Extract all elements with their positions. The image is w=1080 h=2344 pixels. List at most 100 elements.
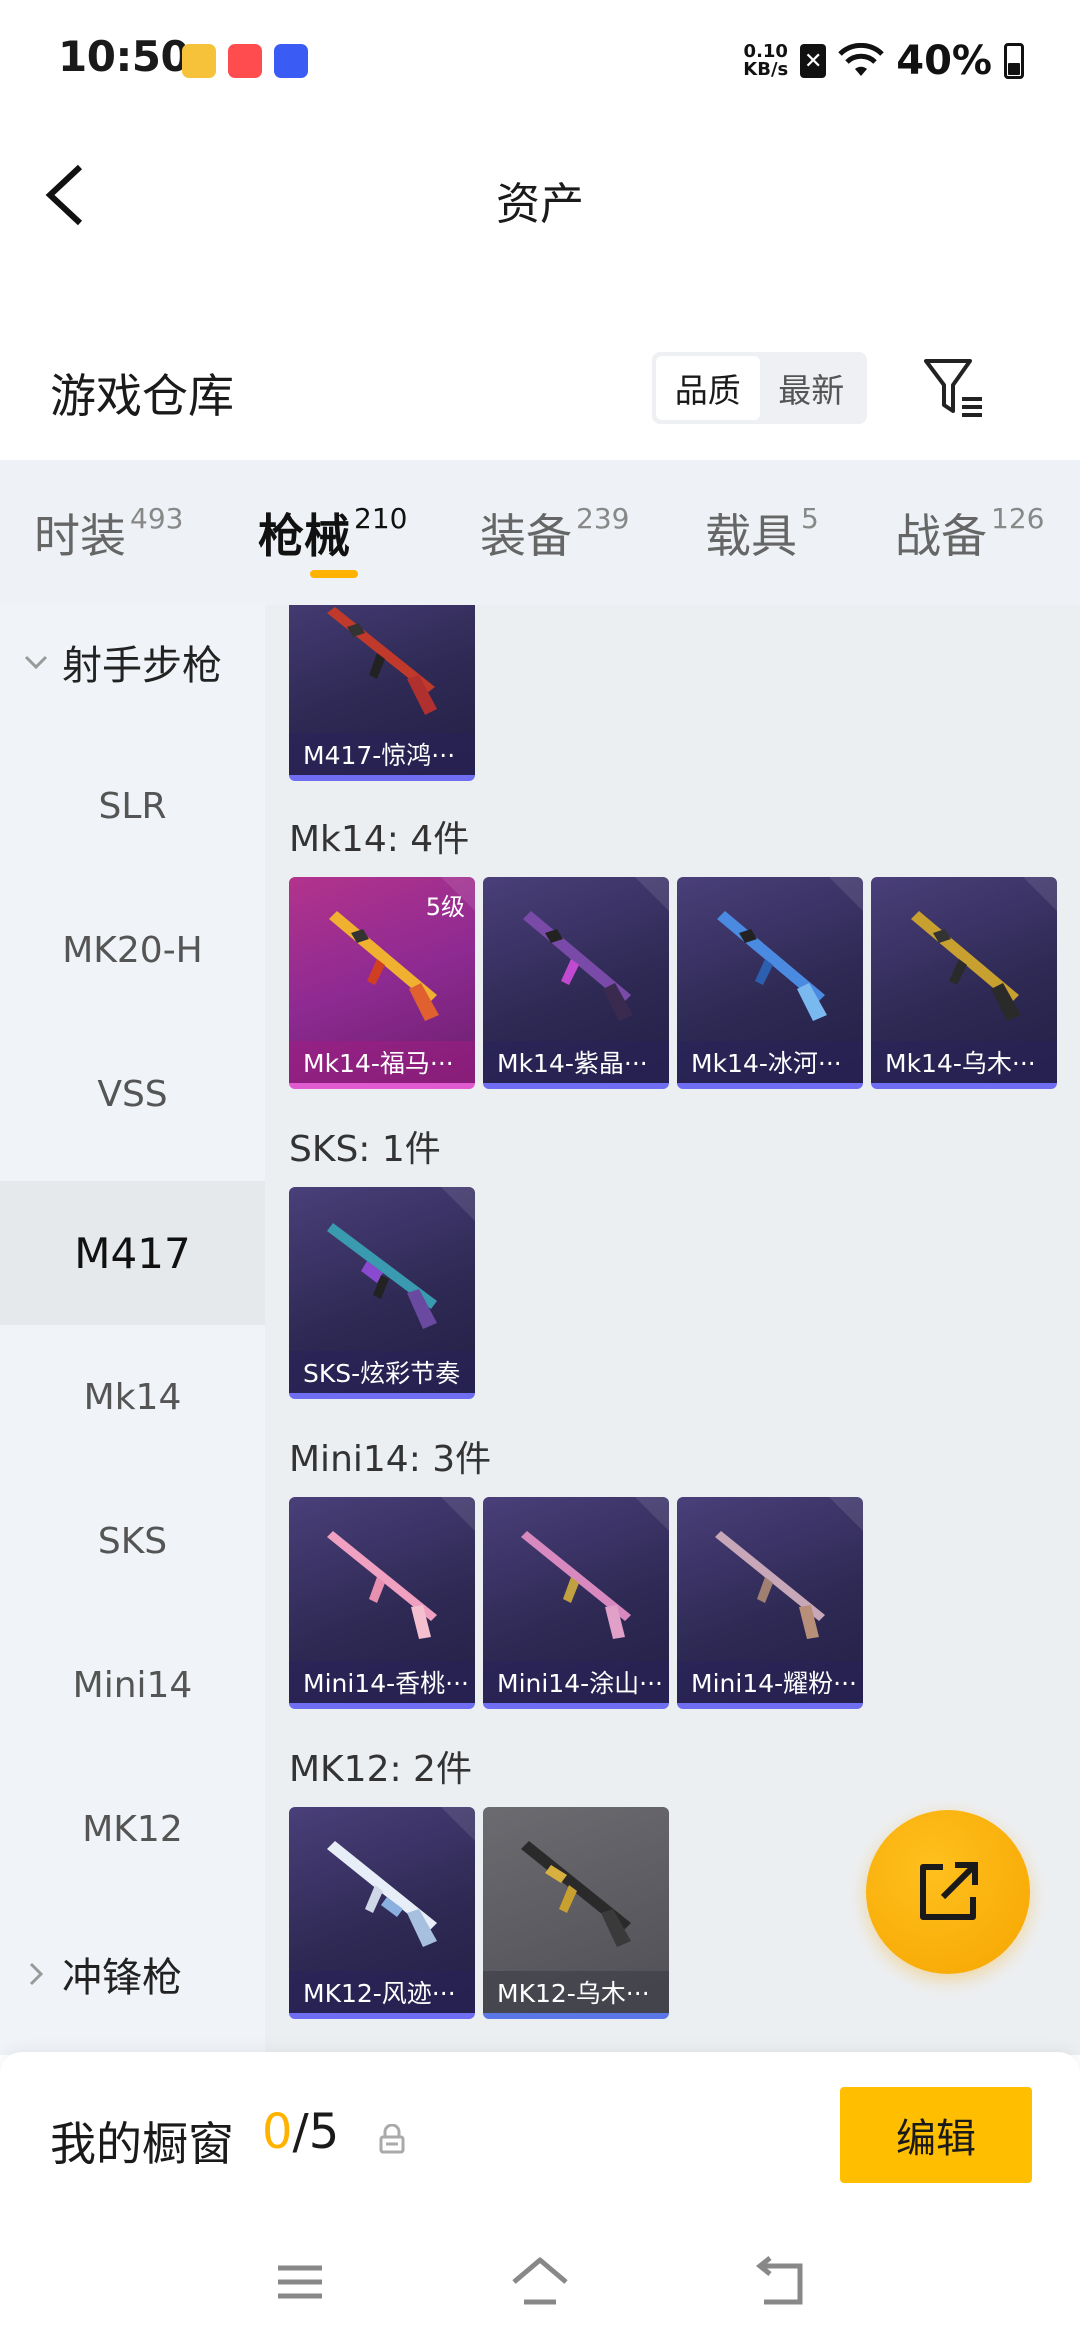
tab-outfits[interactable]: 时装 493	[34, 500, 183, 566]
weapon-card[interactable]: Mk14-紫晶···	[483, 877, 669, 1089]
tab-equipment[interactable]: 装备 239	[480, 500, 629, 566]
menu-icon	[278, 2265, 322, 2299]
weapon-card-name: Mini14-涂山···	[483, 1661, 669, 1703]
vivo-app-icon	[274, 44, 308, 78]
weapon-card-name: Mk14-紫晶···	[483, 1041, 669, 1083]
rifle-icon	[911, 911, 1021, 1021]
sidebar-item-vss[interactable]: VSS	[0, 1022, 265, 1166]
weapon-card[interactable]: Mk14-冰河···	[677, 877, 863, 1089]
rifle-icon	[715, 1531, 825, 1639]
network-speed: 0.10 KB/s	[743, 43, 788, 79]
sidebar-group-dmr[interactable]: 射手步枪	[0, 605, 265, 734]
status-bar: 10:50 0.10 KB/s ✕ 40%	[0, 0, 1080, 120]
tab-vehicles[interactable]: 载具 5	[705, 500, 819, 566]
sidebar-item-slr[interactable]: SLR	[0, 734, 265, 878]
rifle-icon	[327, 1531, 437, 1639]
rifle-icon	[327, 607, 437, 715]
lock-icon	[379, 2124, 405, 2154]
tab-count: 210	[354, 502, 408, 535]
weapon-card[interactable]: SKS-炫彩节奏	[289, 1187, 475, 1399]
nav-back-button[interactable]	[750, 2252, 810, 2312]
showcase-total: /5	[292, 2104, 340, 2160]
status-time: 10:50	[58, 32, 190, 81]
weapon-card[interactable]: Mini14-涂山···	[483, 1497, 669, 1709]
sidebar-item-mini14[interactable]: Mini14	[0, 1613, 265, 1757]
status-indicators: 0.10 KB/s ✕ 40%	[743, 38, 1024, 84]
weapon-type-sidebar: 射手步枪 SLR MK20-H VSS M417 Mk14 SKS Mini14…	[0, 605, 265, 2055]
tab-label: 枪械	[258, 509, 350, 563]
home-icon	[512, 2257, 568, 2305]
page-title: 资产	[496, 179, 584, 230]
sort-toggle: 品质 最新	[652, 352, 867, 424]
system-nav-bar	[0, 2222, 1080, 2344]
section-title: 游戏仓库	[50, 369, 234, 423]
group-label-mini14: Mini14: 3件	[289, 1439, 492, 1480]
tab-firearms[interactable]: 枪械 210	[258, 500, 407, 566]
sidebar-item-m417[interactable]: M417	[0, 1181, 265, 1325]
rifle-icon	[523, 911, 633, 1021]
tab-label: 载具	[705, 509, 797, 563]
tab-label: 装备	[480, 509, 572, 563]
filter-button[interactable]	[922, 355, 988, 421]
rifle-icon	[717, 911, 827, 1021]
menu-button[interactable]	[270, 2252, 330, 2312]
weapon-card[interactable]: MK12-风迹···	[289, 1807, 475, 2019]
sort-latest-button[interactable]: 最新	[760, 356, 864, 420]
tab-label: 战备	[895, 509, 987, 563]
weapon-card-name: MK12-风迹···	[289, 1971, 475, 2013]
weapon-card[interactable]: Mk14-乌木···	[871, 877, 1057, 1089]
tab-count: 126	[991, 502, 1045, 535]
sort-quality-button[interactable]: 品质	[656, 356, 760, 420]
weapon-card-name: M417-惊鸿···	[289, 733, 475, 775]
huawei-app-icon	[228, 44, 262, 78]
tab-tactical[interactable]: 战备 126	[895, 500, 1044, 566]
sidebar-group-label: 冲锋枪	[62, 1955, 182, 2001]
battery-icon	[1004, 43, 1024, 79]
showcase-label: 我的橱窗	[50, 2117, 234, 2171]
weapon-card[interactable]: MK12-乌木···	[483, 1807, 669, 2019]
share-button[interactable]	[866, 1810, 1030, 1974]
weapon-card-name: Mk14-福马···	[289, 1041, 475, 1083]
weapon-card-name: Mini14-耀粉···	[677, 1661, 863, 1703]
rifle-icon	[327, 1223, 437, 1329]
group-label-mk12: MK12: 2件	[289, 1749, 472, 1790]
sidebar-item-sks[interactable]: SKS	[0, 1469, 265, 1613]
group-label-sks: SKS: 1件	[289, 1129, 441, 1170]
weapon-card-name: Mk14-乌木···	[871, 1041, 1057, 1083]
battery-percent: 40%	[896, 38, 992, 84]
chevron-down-icon	[22, 648, 50, 676]
rifle-icon	[521, 1841, 631, 1947]
battery-fill	[1008, 63, 1020, 75]
weapon-card-name: SKS-炫彩节奏	[289, 1351, 475, 1393]
weapon-card-name: MK12-乌木···	[483, 1971, 669, 2013]
tab-count: 5	[801, 502, 819, 535]
category-tabs: 时装 493 枪械 210 装备 239 载具 5 战备 126	[0, 460, 1080, 605]
weapon-card[interactable]: Mini14-香桃···	[289, 1497, 475, 1709]
showcase-bar: 我的橱窗 0/5 编辑	[0, 2052, 1080, 2222]
no-sim-icon: ✕	[800, 44, 827, 78]
weapon-card[interactable]: M417-惊鸿···	[289, 605, 475, 781]
sidebar-group-smg[interactable]: 冲锋枪	[0, 1902, 265, 2046]
weapon-card-name: Mk14-冰河···	[677, 1041, 863, 1083]
game-app-icon	[182, 44, 216, 78]
return-icon	[755, 2256, 803, 2305]
sidebar-item-mk20h[interactable]: MK20-H	[0, 878, 265, 1022]
rifle-icon	[327, 1841, 437, 1947]
sidebar-group-label: 射手步枪	[62, 643, 222, 689]
tab-label: 时装	[34, 509, 126, 563]
tab-count: 493	[130, 502, 184, 535]
edit-button[interactable]: 编辑	[840, 2087, 1032, 2183]
tab-count: 239	[576, 502, 630, 535]
weapon-card-name: Mini14-香桃···	[289, 1661, 475, 1703]
filter-icon	[924, 359, 982, 417]
group-label-mk14: Mk14: 4件	[289, 819, 470, 860]
sidebar-item-mk14[interactable]: Mk14	[0, 1325, 265, 1469]
home-button[interactable]	[510, 2252, 570, 2312]
rifle-icon	[521, 1531, 631, 1639]
weapon-card[interactable]: Mini14-耀粉···	[677, 1497, 863, 1709]
showcase-current: 0	[262, 2104, 293, 2160]
weapon-card[interactable]: 5级 Mk14-福马···	[289, 877, 475, 1089]
net-speed-unit: KB/s	[743, 59, 789, 80]
sidebar-item-mk12[interactable]: MK12	[0, 1757, 265, 1901]
share-icon	[920, 1862, 978, 1920]
